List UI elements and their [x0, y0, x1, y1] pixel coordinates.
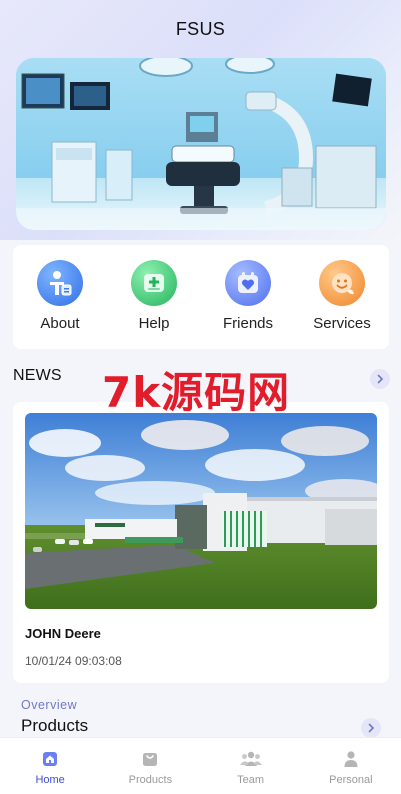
tab-label: Products	[128, 774, 173, 786]
page-title: FSUS	[175, 18, 226, 39]
products-more-button[interactable]	[361, 718, 381, 738]
person-icon	[344, 751, 358, 767]
bag-icon	[143, 753, 158, 766]
watermark-text: 7k源码网	[102, 368, 291, 417]
news-image	[25, 413, 377, 609]
tab-home[interactable]: Home	[0, 738, 100, 794]
medical-kit-icon	[131, 260, 177, 306]
quick-link-label: Help	[138, 315, 170, 332]
quick-link-label: Services	[313, 315, 371, 332]
products-section-title: Products	[21, 716, 89, 735]
tab-label: Home	[35, 774, 65, 786]
person-badge-icon	[37, 260, 83, 306]
banner-image[interactable]	[16, 58, 386, 230]
smiley-icon	[319, 260, 365, 306]
quick-link-about[interactable]: About	[20, 260, 100, 332]
tab-label: Personal	[329, 774, 373, 786]
tab-personal[interactable]: Personal	[301, 738, 401, 794]
quick-link-services[interactable]: Services	[302, 260, 382, 332]
products-overview-label: Overview	[21, 698, 78, 712]
bottom-tab-bar: Home Products Team Personal	[0, 737, 401, 794]
quick-link-friends[interactable]: Friends	[208, 260, 288, 332]
quick-links-card: About Help Friends Services	[13, 245, 389, 349]
home-icon	[43, 752, 58, 766]
heart-calendar-icon	[225, 260, 271, 306]
factory-building-illustration	[25, 413, 377, 609]
operating-room-illustration	[16, 58, 386, 230]
tab-products[interactable]: Products	[100, 738, 200, 794]
chevron-right-icon	[368, 723, 375, 733]
quick-link-help[interactable]: Help	[114, 260, 194, 332]
tab-label: Team	[237, 774, 265, 786]
news-item-title: JOHN Deere	[25, 626, 101, 641]
news-section-title: NEWS	[13, 367, 62, 384]
tab-team[interactable]: Team	[201, 738, 301, 794]
quick-link-label: Friends	[222, 315, 274, 332]
quick-link-label: About	[40, 315, 80, 332]
team-icon	[239, 751, 262, 766]
news-more-button[interactable]	[370, 369, 390, 389]
chevron-right-icon	[377, 374, 384, 384]
news-item-date: 10/01/24 09:03:08	[25, 654, 122, 668]
news-card[interactable]: JOHN Deere 10/01/24 09:03:08	[13, 402, 389, 683]
